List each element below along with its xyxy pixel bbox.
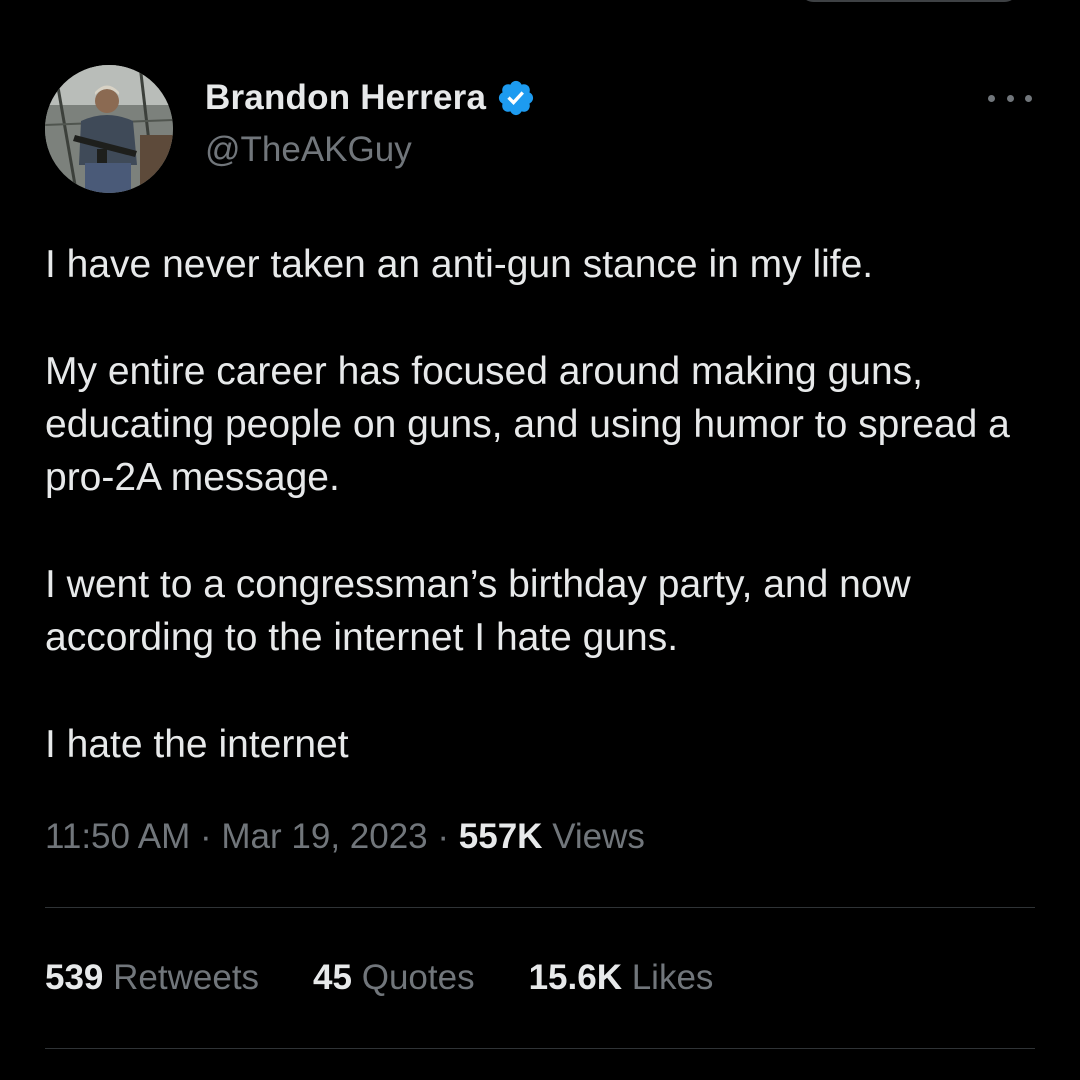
meta-separator: ·	[437, 817, 450, 856]
quotes-stat[interactable]: 45 Quotes	[313, 955, 475, 1001]
quotes-count: 45	[313, 958, 352, 997]
more-options-icon[interactable]	[988, 88, 1032, 108]
dot	[988, 94, 995, 102]
avatar-photo	[45, 65, 173, 193]
author-name-row[interactable]: Brandon Herrera	[205, 78, 536, 118]
divider	[45, 1048, 1035, 1049]
verified-badge-icon[interactable]	[496, 78, 536, 118]
tweet-paragraph: I hate the internet	[45, 723, 349, 766]
dot	[1025, 94, 1032, 102]
author-handle[interactable]: @TheAKGuy	[205, 130, 412, 170]
tweet-paragraph: I went to a congressman’s birthday party…	[45, 563, 911, 659]
author-name[interactable]: Brandon Herrera	[205, 78, 486, 118]
avatar[interactable]	[45, 65, 173, 193]
tweet-date[interactable]: Mar 19, 2023	[221, 817, 427, 856]
retweets-label: Retweets	[113, 958, 260, 997]
divider	[45, 907, 1035, 908]
tweet-stats: 539 Retweets 45 Quotes 15.6K Likes	[45, 955, 713, 1001]
tweet-paragraph: I have never taken an anti-gun stance in…	[45, 243, 874, 286]
likes-stat[interactable]: 15.6K Likes	[529, 955, 714, 1001]
views-label: Views	[552, 817, 645, 856]
likes-label: Likes	[631, 958, 714, 997]
dot	[1006, 94, 1014, 102]
top-partial-button[interactable]	[798, 0, 1020, 2]
tweet-paragraph: My entire career has focused around maki…	[45, 350, 1010, 499]
tweet-body: I have never taken an anti-gun stance in…	[45, 238, 1045, 825]
meta-separator: ·	[200, 817, 212, 856]
quotes-label: Quotes	[361, 958, 475, 997]
retweets-count: 539	[45, 958, 104, 997]
tweet-meta: 11:50 AM · Mar 19, 2023 · 557K Views	[45, 815, 645, 859]
retweets-stat[interactable]: 539 Retweets	[45, 955, 259, 1001]
views-count: 557K	[458, 817, 543, 856]
likes-count: 15.6K	[528, 958, 622, 997]
tweet-time[interactable]: 11:50 AM	[45, 817, 190, 856]
